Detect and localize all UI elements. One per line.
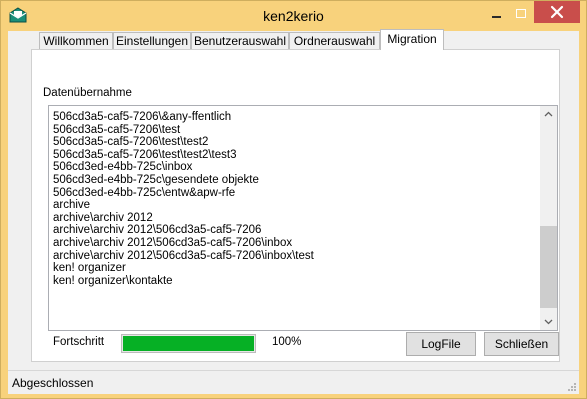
list-item[interactable]: 506cd3a5-caf5-7206\&any-ffentlich (53, 111, 314, 124)
resize-grip-icon[interactable] (566, 381, 576, 391)
folder-listbox[interactable]: 506cd3a5-caf5-7206\&any-ffentlich 506cd3a… (48, 105, 558, 331)
close-dialog-button[interactable]: Schließen (484, 332, 559, 356)
progress-label: Fortschritt (53, 336, 105, 348)
progress-fill (123, 336, 254, 351)
list-item[interactable]: 506cd3ed-e4bb-725c\gesendete objekte (53, 174, 314, 187)
minimize-icon[interactable] (484, 5, 508, 23)
maximize-icon[interactable] (509, 5, 533, 23)
list-item[interactable]: 506cd3ed-e4bb-725c\entw&apw-rfe (53, 187, 314, 200)
title-bar[interactable]: ken2kerio (1, 1, 586, 31)
list-item[interactable]: 506cd3a5-caf5-7206\test\test2\test3 (53, 149, 314, 162)
status-text: Abgeschlossen (12, 376, 94, 390)
tab-willkommen[interactable]: Willkommen (39, 32, 113, 49)
list-item[interactable]: archive\archiv 2012\506cd3a5-caf5-7206 (53, 224, 314, 237)
scroll-down-icon[interactable] (540, 313, 557, 330)
list-item[interactable]: ken! organizer (53, 262, 314, 275)
list-item[interactable]: archive\archiv 2012\506cd3a5-caf5-7206\i… (53, 250, 314, 263)
progress-bar (121, 334, 256, 353)
tab-einstellungen[interactable]: Einstellungen (113, 32, 191, 49)
tab-ordnerauswahl[interactable]: Ordnerauswahl (289, 32, 380, 49)
list-item[interactable]: ken! organizer\kontakte (53, 275, 314, 288)
scrollbar-thumb[interactable] (540, 226, 557, 308)
close-icon (550, 5, 564, 19)
close-button[interactable] (534, 1, 580, 23)
progress-percent: 100% (272, 336, 302, 348)
list-item[interactable]: 506cd3a5-caf5-7206\test\test2 (53, 136, 314, 149)
list-item[interactable]: archive\archiv 2012 (53, 212, 314, 225)
status-bar: Abgeschlossen (8, 370, 579, 394)
list-item[interactable]: archive\archiv 2012\506cd3a5-caf5-7206\i… (53, 237, 314, 250)
tab-migration[interactable]: Migration (380, 29, 444, 50)
group-label-datenuebernahme: Datenübernahme (43, 87, 132, 99)
vertical-scrollbar[interactable] (540, 106, 557, 330)
main-window: ken2kerio Willkommen Einstellungen Benut… (0, 0, 587, 399)
scroll-up-icon[interactable] (540, 106, 557, 123)
list-item[interactable]: archive (53, 199, 314, 212)
list-item[interactable]: 506cd3a5-caf5-7206\test (53, 124, 314, 137)
tab-benutzerauswahl[interactable]: Benutzerauswahl (191, 32, 289, 49)
logfile-button[interactable]: LogFile (406, 332, 476, 356)
list-item[interactable]: 506cd3ed-e4bb-725c\inbox (53, 161, 314, 174)
folder-list: 506cd3a5-caf5-7206\&any-ffentlich 506cd3a… (53, 111, 314, 287)
